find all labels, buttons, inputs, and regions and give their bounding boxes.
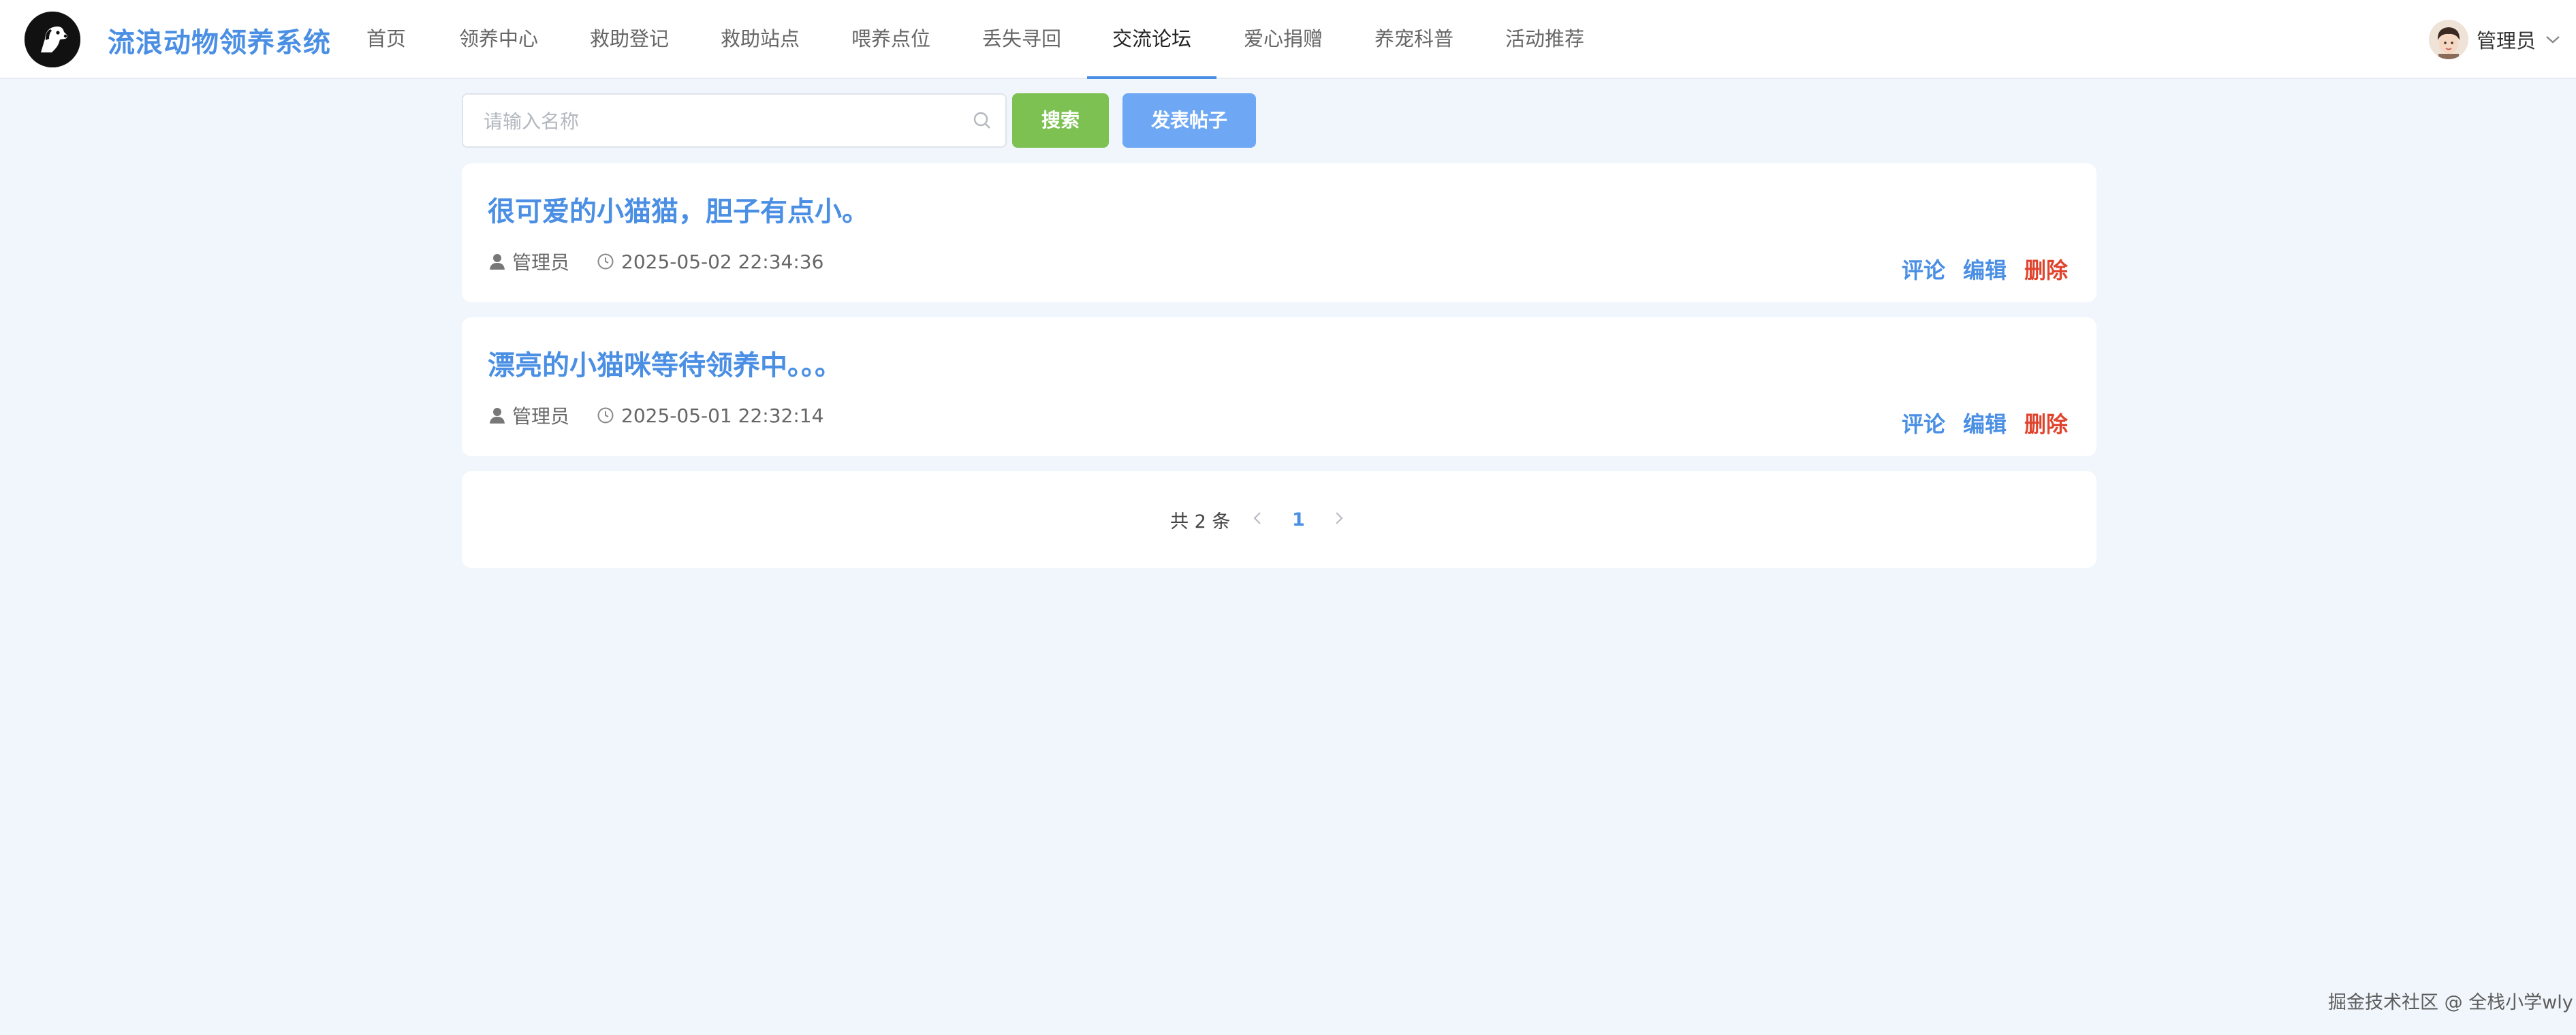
search-input[interactable] [482, 95, 962, 148]
clock-icon [597, 407, 614, 424]
comment-link[interactable]: 评论 [1902, 407, 1945, 439]
post-author: 管理员 [512, 251, 570, 274]
top-navbar: 流浪动物领养系统 首页 领养中心 救助登记 救助站点 喂养点位 丢失寻回 交流论… [0, 0, 2576, 79]
post-card: 漂亮的小猫咪等待领养中。。。 管理员 2025-05-01 22:32:14 评… [462, 317, 2096, 456]
nav-donation[interactable]: 爱心捐赠 [1244, 0, 1323, 79]
comment-link[interactable]: 评论 [1902, 253, 1945, 285]
nav-forum[interactable]: 交流论坛 [1087, 0, 1216, 79]
nav-feeding-point[interactable]: 喂养点位 [851, 0, 930, 79]
pagination-page[interactable]: 1 [1285, 509, 1312, 530]
post-meta: 管理员 2025-05-01 22:32:14 [489, 402, 823, 429]
delete-link[interactable]: 删除 [2024, 407, 2068, 439]
post-meta: 管理员 2025-05-02 22:34:36 [489, 248, 823, 275]
nav-lost-found[interactable]: 丢失寻回 [982, 0, 1061, 79]
post-title[interactable]: 很可爱的小猫猫，胆子有点小。 [488, 189, 869, 229]
post-actions: 评论 编辑 删除 [1884, 407, 2068, 439]
user-menu[interactable]: 管理员 [2429, 19, 2560, 60]
user-icon [489, 253, 505, 270]
delete-link[interactable]: 删除 [2024, 253, 2068, 285]
user-icon [489, 407, 505, 424]
app-title: 流浪动物领养系统 [108, 27, 331, 59]
user-name[interactable]: 管理员 [2477, 25, 2536, 54]
dog-logo-icon[interactable] [25, 12, 80, 67]
clock-icon [597, 253, 614, 270]
post-actions: 评论 编辑 删除 [1884, 253, 2068, 285]
post-title[interactable]: 漂亮的小猫咪等待领养中。。。 [488, 343, 842, 383]
nav-adoption-center[interactable]: 领养中心 [459, 0, 538, 79]
edit-link[interactable]: 编辑 [1963, 253, 2007, 285]
post-time: 2025-05-01 22:32:14 [621, 404, 824, 427]
avatar[interactable] [2429, 20, 2468, 59]
nav-pet-science[interactable]: 养宠科普 [1375, 0, 1454, 79]
nav-home[interactable]: 首页 [366, 0, 406, 79]
nav-rescue-register[interactable]: 救助登记 [590, 0, 669, 79]
watermark: 掘金技术社区 @ 全栈小学wly [2328, 992, 2573, 1013]
search-icon [971, 110, 993, 134]
chevron-down-icon[interactable] [2545, 35, 2560, 44]
search-button[interactable]: 搜索 [1012, 93, 1109, 148]
new-post-button[interactable]: 发表帖子 [1122, 93, 1256, 148]
pagination-total: 共 2 条 [1170, 511, 1231, 532]
edit-link[interactable]: 编辑 [1963, 407, 2007, 439]
pagination: 共 2 条 1 [462, 471, 2096, 568]
chevron-left-icon[interactable] [1244, 509, 1271, 530]
post-author: 管理员 [512, 405, 570, 428]
nav-activities[interactable]: 活动推荐 [1505, 0, 1584, 79]
chevron-right-icon[interactable] [1325, 509, 1353, 530]
search-field[interactable] [462, 93, 1007, 148]
post-card: 很可爱的小猫猫，胆子有点小。 管理员 2025-05-02 22:34:36 评… [462, 163, 2096, 302]
nav-rescue-station[interactable]: 救助站点 [721, 0, 800, 79]
post-time: 2025-05-02 22:34:36 [621, 250, 824, 273]
